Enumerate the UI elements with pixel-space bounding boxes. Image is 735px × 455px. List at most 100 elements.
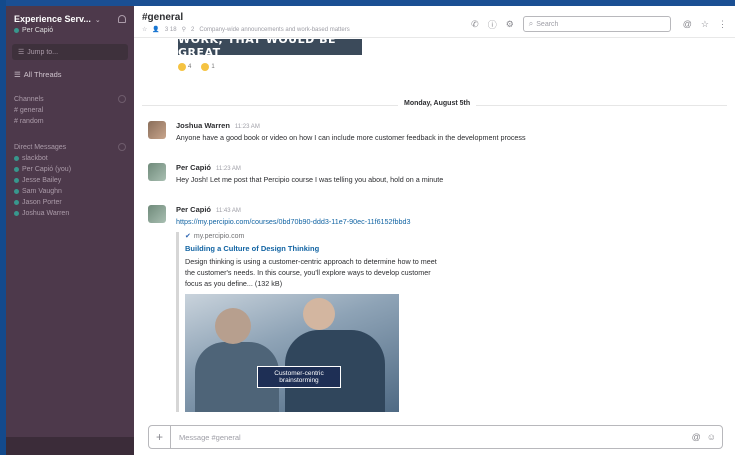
preview-title[interactable]: Building a Culture of Design Thinking: [185, 244, 725, 253]
image-head-shape: [303, 298, 335, 330]
dm-name: Sam Vaughn: [22, 188, 62, 195]
sidebar-item-dm[interactable]: Joshua Warren: [6, 208, 134, 219]
message-author[interactable]: Joshua Warren: [176, 121, 230, 130]
threads-icon: ☰: [14, 70, 21, 79]
avatar[interactable]: [148, 121, 166, 139]
phone-icon[interactable]: ✆: [471, 19, 479, 30]
message-composer: + @ ☺: [148, 425, 723, 449]
sidebar-footer: [6, 437, 134, 455]
search-input[interactable]: ⌕ Search: [522, 16, 671, 32]
preview-desc-line: focus as you define... (132 kB): [185, 279, 283, 288]
search-placeholder: Search: [536, 20, 559, 28]
jump-to-label: Jump to...: [27, 48, 59, 56]
reactions: 4 1: [178, 63, 225, 71]
mentions-icon[interactable]: @: [683, 19, 692, 29]
message-text: Anyone have a good book or video on how …: [176, 133, 526, 142]
jump-to-button[interactable]: ☰ Jump to...: [12, 44, 128, 60]
sidebar-item-random[interactable]: # random: [6, 116, 134, 127]
emoji-icon: [201, 63, 210, 71]
starred-icon[interactable]: ☆: [701, 19, 709, 30]
presence-online-icon: [14, 28, 19, 33]
presence-online-icon: [14, 156, 19, 161]
dm-name: Joshua Warren: [22, 210, 70, 217]
message-time[interactable]: 11:23 AM: [235, 124, 260, 130]
current-user-name: Per Capió: [22, 27, 54, 34]
message-author[interactable]: Per Capió: [176, 205, 211, 214]
sidebar-item-all-threads[interactable]: ☰ All Threads: [6, 60, 134, 79]
reaction-button[interactable]: 4: [178, 63, 191, 71]
mention-icon[interactable]: @: [692, 432, 701, 442]
presence-online-icon: [14, 178, 19, 183]
add-dm-icon[interactable]: [118, 143, 126, 151]
caption-line: brainstorming: [279, 377, 319, 384]
sidebar-item-general[interactable]: # general: [6, 105, 134, 116]
message-input[interactable]: [171, 427, 692, 447]
sidebar-item-dm[interactable]: Jesse Bailey: [6, 175, 134, 186]
reaction-count: 1: [211, 64, 215, 70]
preview-site: ✔ my.percipio.com: [185, 232, 725, 241]
dm-name: Jesse Bailey: [22, 177, 62, 184]
pins-count[interactable]: 2: [191, 27, 194, 33]
message-text: Hey Josh! Let me post that Percipio cour…: [176, 175, 444, 184]
team-header[interactable]: Experience Serv... ⌄ Per Capió: [6, 6, 134, 34]
presence-online-icon: [14, 189, 19, 194]
emoji-icon: [178, 63, 186, 71]
dm-name: Jason Porter: [22, 199, 62, 206]
avatar[interactable]: [148, 163, 166, 181]
add-channel-icon[interactable]: [118, 95, 126, 103]
channel-title[interactable]: #general: [142, 12, 355, 23]
jump-icon: ☰: [18, 49, 25, 56]
header-actions: ✆ ⓘ ⚙ ⌕ Search @ ☆ ⋮: [471, 16, 727, 32]
sidebar-item-dm[interactable]: slackbot: [6, 153, 134, 164]
date-divider: Monday, August 5th: [398, 100, 477, 107]
presence-online-icon: [14, 211, 19, 216]
team-name[interactable]: Experience Serv...: [14, 14, 91, 24]
presence-online-icon: [14, 167, 19, 172]
preview-image[interactable]: Customer-centric brainstorming: [185, 294, 399, 412]
search-icon: ⌕: [528, 19, 534, 28]
avatar[interactable]: [148, 205, 166, 223]
message-list[interactable]: WORK, THAT WOULD BE GREAT 4 1 Monday, Au…: [134, 39, 735, 419]
message-link[interactable]: https://my.percipio.com/courses/0bd70b90…: [176, 217, 725, 226]
sidebar-item-dm[interactable]: Jason Porter: [6, 197, 134, 208]
emoji-picker-icon[interactable]: ☺: [707, 432, 716, 442]
reaction-button[interactable]: 1: [201, 63, 215, 71]
channels-header[interactable]: Channels: [6, 79, 134, 105]
preview-site-name: my.percipio.com: [193, 232, 245, 240]
meme-image[interactable]: WORK, THAT WOULD BE GREAT: [178, 39, 362, 59]
channel-meta: ☆ 👤 3 18 ⚲ 2 Company-wide announcements …: [142, 26, 355, 34]
current-user: Per Capió: [14, 27, 126, 34]
preview-description: Design thinking is using a customer-cent…: [185, 256, 497, 289]
info-icon[interactable]: ⓘ: [488, 18, 497, 31]
gear-icon[interactable]: ⚙: [506, 19, 514, 30]
sidebar-item-dm[interactable]: Per Capió (you): [6, 164, 134, 175]
more-icon[interactable]: ⋮: [718, 19, 727, 30]
message: Per Capió 11:43 AM https://my.percipio.c…: [148, 205, 725, 412]
slack-window: Experience Serv... ⌄ Per Capió ☰ Jump to…: [6, 6, 735, 455]
message-author[interactable]: Per Capió: [176, 163, 211, 172]
dm-header-label: Direct Messages: [14, 143, 67, 151]
star-icon[interactable]: ☆: [142, 26, 147, 33]
channel-topic[interactable]: Company-wide announcements and work-base…: [199, 27, 349, 33]
attach-button[interactable]: +: [149, 426, 171, 448]
verified-check-icon: ✔: [185, 233, 191, 240]
channels-header-label: Channels: [14, 95, 44, 103]
dm-name: slackbot: [22, 155, 48, 162]
presence-online-icon: [14, 200, 19, 205]
members-count[interactable]: 3 18: [165, 27, 177, 33]
message-time[interactable]: 11:43 AM: [216, 208, 241, 214]
sidebar: Experience Serv... ⌄ Per Capió ☰ Jump to…: [6, 6, 134, 455]
reaction-count: 4: [188, 64, 192, 70]
message: Joshua Warren 11:23 AM Anyone have a goo…: [148, 121, 725, 142]
image-caption: Customer-centric brainstorming: [257, 366, 341, 388]
caption-line: Customer-centric: [274, 370, 324, 377]
message-time[interactable]: 11:23 AM: [216, 166, 241, 172]
bell-icon[interactable]: [118, 15, 126, 23]
pin-icon: ⚲: [181, 27, 186, 33]
sidebar-item-dm[interactable]: Sam Vaughn: [6, 186, 134, 197]
all-threads-label: All Threads: [23, 70, 62, 79]
preview-desc-line: the customer's needs. In this course, yo…: [185, 268, 431, 277]
chevron-down-icon[interactable]: ⌄: [95, 17, 101, 24]
dm-header[interactable]: Direct Messages: [6, 127, 134, 153]
preview-desc-line: Design thinking is using a customer-cent…: [185, 257, 437, 266]
